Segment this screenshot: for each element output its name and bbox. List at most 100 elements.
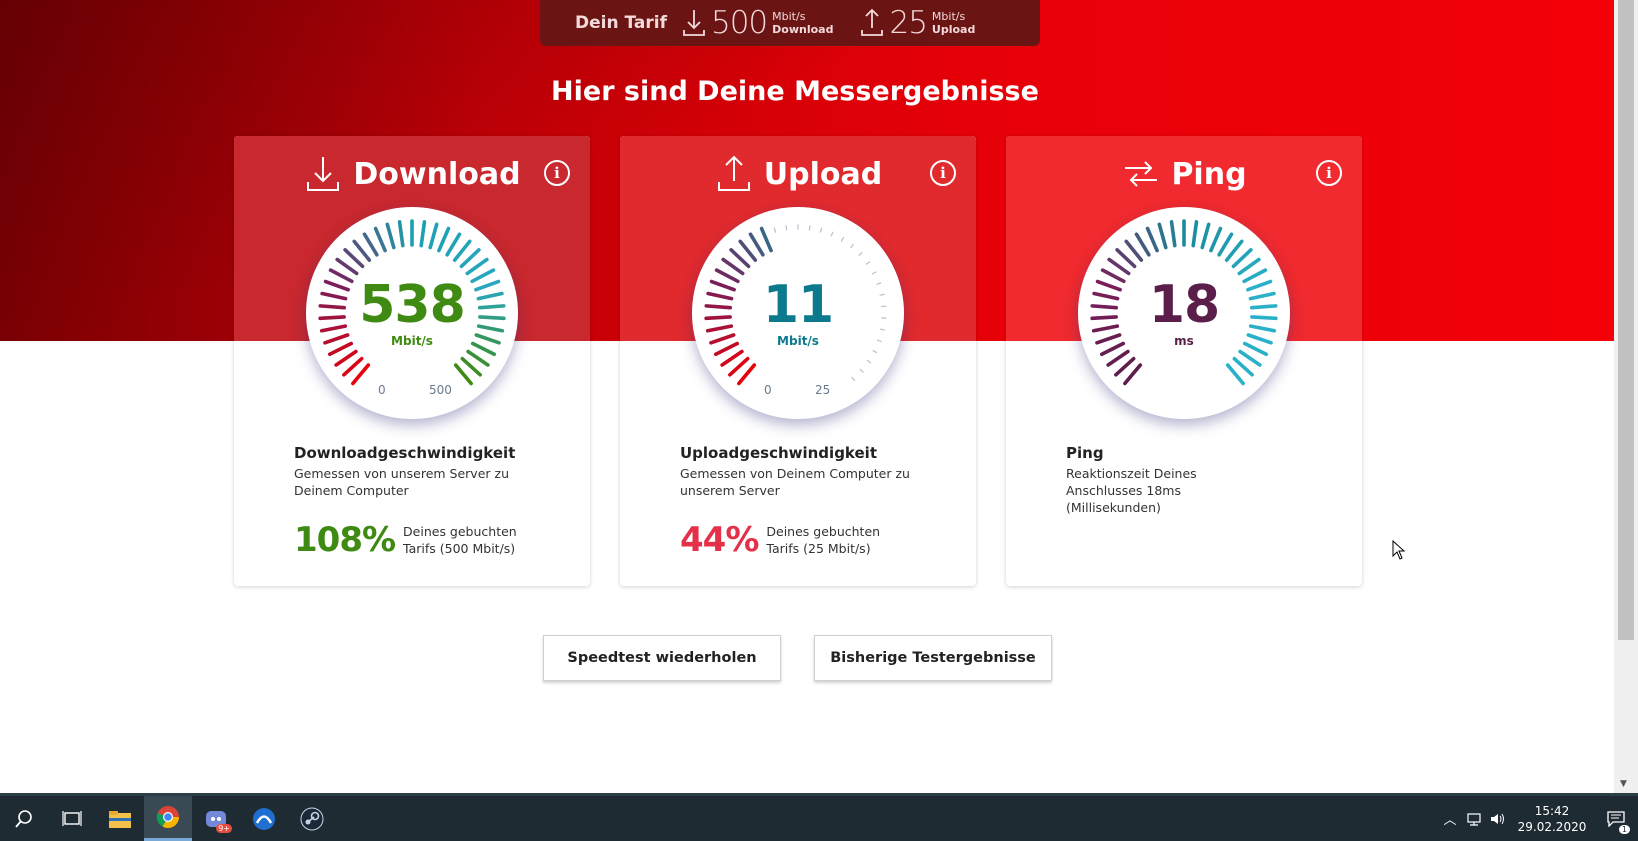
ping-gauge-tick xyxy=(1114,356,1136,377)
upload-desc-text: Gemessen von Deinem Computer zu unserem … xyxy=(680,466,910,498)
search-icon[interactable] xyxy=(0,796,48,841)
history-button[interactable]: Bisherige Testergebnisse xyxy=(814,635,1052,681)
ping-gauge-tick xyxy=(1169,220,1177,248)
ping-info-icon[interactable]: i xyxy=(1316,160,1342,186)
ping-gauge-tick xyxy=(1238,349,1262,367)
upload-scale-min: 0 xyxy=(764,383,772,397)
tarif-download-value: 500 xyxy=(710,5,768,41)
upload-scale-max: 25 xyxy=(815,383,831,397)
upload-gauge-tick xyxy=(728,356,750,377)
upload-gauge-tick xyxy=(759,226,773,253)
upload-card: Upload i 11 Mbit/s 0 25 Uploadgeschwindi… xyxy=(620,136,976,586)
download-gauge-tick xyxy=(445,232,462,257)
chevron-up-icon[interactable]: ︿ xyxy=(1438,796,1462,841)
ping-gauge-tick xyxy=(1231,248,1253,269)
upload-info-icon[interactable]: i xyxy=(930,160,956,186)
upload-gauge-tick xyxy=(808,225,811,231)
scroll-down-icon[interactable]: ▼ xyxy=(1620,779,1627,789)
download-gauge-tick xyxy=(352,239,372,262)
download-gauge-tick xyxy=(351,363,371,386)
steam-icon[interactable] xyxy=(288,796,336,841)
upload-gauge-tick xyxy=(720,349,744,367)
upload-gauge-tick xyxy=(773,227,777,233)
tarif-upload-unit: Mbit/s xyxy=(931,10,966,23)
download-card: Download i 538 Mbit/s 0 500 Downloadgesc… xyxy=(234,136,590,586)
download-gauge-tick xyxy=(437,226,451,253)
discord-icon[interactable]: 9+ xyxy=(192,796,240,841)
download-gauge-tick xyxy=(453,363,473,386)
download-gauge: 538 Mbit/s 0 500 xyxy=(306,207,518,419)
upload-gauge-tick xyxy=(865,261,871,265)
ping-value: 18 xyxy=(1148,275,1220,335)
ping-gauge-tick xyxy=(1157,222,1168,250)
windows-taskbar: 9+ ︿ 15:42 29.02.2020 1 xyxy=(0,796,1638,841)
ping-gauge-tick xyxy=(1232,356,1254,377)
browser-viewport: Dein Tarif 500 Mbit/s Download 25 Mbit/s… xyxy=(0,0,1614,793)
vertical-scrollbar[interactable]: ▼ xyxy=(1614,0,1638,793)
download-gauge-tick xyxy=(466,349,490,367)
tarif-label: Dein Tarif xyxy=(575,13,667,33)
chrome-icon[interactable] xyxy=(144,796,192,841)
upload-unit: Mbit/s xyxy=(777,334,819,348)
download-title: Download xyxy=(353,156,521,192)
tarif-upload-value: 25 xyxy=(889,5,927,41)
upload-desc-title: Uploadgeschwindigkeit xyxy=(680,444,877,462)
download-gauge-tick xyxy=(419,220,427,248)
tarif-bar: Dein Tarif 500 Mbit/s Download 25 Mbit/s… xyxy=(540,0,1040,46)
file-explorer-icon[interactable] xyxy=(96,796,144,841)
upload-gauge-tick xyxy=(859,368,864,373)
download-arrow-icon xyxy=(683,10,705,36)
upload-gauge-tick xyxy=(858,252,863,256)
notification-center-icon[interactable]: 1 xyxy=(1594,796,1638,841)
ping-gauge-tick xyxy=(1123,363,1143,386)
upload-gauge-tick xyxy=(850,243,854,249)
repeat-speedtest-button[interactable]: Speedtest wiederholen xyxy=(543,635,781,681)
ping-title: Ping xyxy=(1171,156,1247,192)
volume-icon[interactable] xyxy=(1486,796,1510,841)
ping-gauge-tick xyxy=(1134,232,1151,257)
ping-gauge-tick xyxy=(1237,257,1261,276)
upload-gauge-tick xyxy=(729,248,751,269)
upload-gauge-tick xyxy=(785,225,788,231)
system-tray: ︿ 15:42 29.02.2020 1 xyxy=(1438,796,1638,841)
upload-percent: 44% xyxy=(680,520,759,560)
ping-gauge-tick xyxy=(1106,349,1130,367)
download-unit: Mbit/s xyxy=(391,334,433,348)
ping-gauge: 18 ms xyxy=(1078,207,1290,419)
download-gauge-tick xyxy=(373,226,387,253)
network-icon[interactable] xyxy=(1462,796,1486,841)
ping-gauge-tick xyxy=(1224,239,1244,262)
scrollbar-thumb[interactable] xyxy=(1618,0,1634,640)
download-icon xyxy=(307,157,340,191)
upload-gauge-tick xyxy=(737,363,757,386)
notification-count: 1 xyxy=(1618,825,1630,834)
task-view-icon[interactable] xyxy=(48,796,96,841)
upload-arrow-icon xyxy=(861,8,884,36)
app-logo-icon[interactable] xyxy=(240,796,288,841)
upload-gauge-tick xyxy=(872,350,878,354)
download-gauge-tick xyxy=(334,349,358,367)
ping-gauge-tick xyxy=(1209,226,1223,253)
ping-gauge-tick xyxy=(1124,239,1144,262)
download-gauge-tick xyxy=(460,356,482,377)
page-title: Hier sind Deine Messergebnisse xyxy=(551,76,1039,107)
download-gauge-tick xyxy=(459,248,481,269)
ping-gauge-tick xyxy=(1225,363,1245,386)
ping-gauge-tick xyxy=(1200,222,1211,250)
download-desc-title: Downloadgeschwindigkeit xyxy=(294,444,516,462)
tarif-upload-label: Upload xyxy=(931,23,976,36)
download-desc-text: Gemessen von unserem Server zu Deinem Co… xyxy=(294,466,509,498)
clock-date: 29.02.2020 xyxy=(1517,819,1587,834)
download-value: 538 xyxy=(359,275,466,335)
upload-gauge-tick xyxy=(871,271,877,275)
upload-gauge-tick xyxy=(851,376,856,382)
clock[interactable]: 15:42 29.02.2020 xyxy=(1510,803,1594,835)
upload-gauge-tick xyxy=(830,231,834,237)
upload-gauge-tick xyxy=(866,359,872,364)
download-gauge-tick xyxy=(452,239,472,262)
ping-desc-text: Reaktionszeit Deines Anschlusses 18ms (M… xyxy=(1066,466,1197,515)
download-info-icon[interactable]: i xyxy=(544,160,570,186)
ping-gauge-tick xyxy=(1107,257,1131,276)
ping-desc-title: Ping xyxy=(1066,444,1104,462)
upload-gauge-tick xyxy=(738,239,758,262)
